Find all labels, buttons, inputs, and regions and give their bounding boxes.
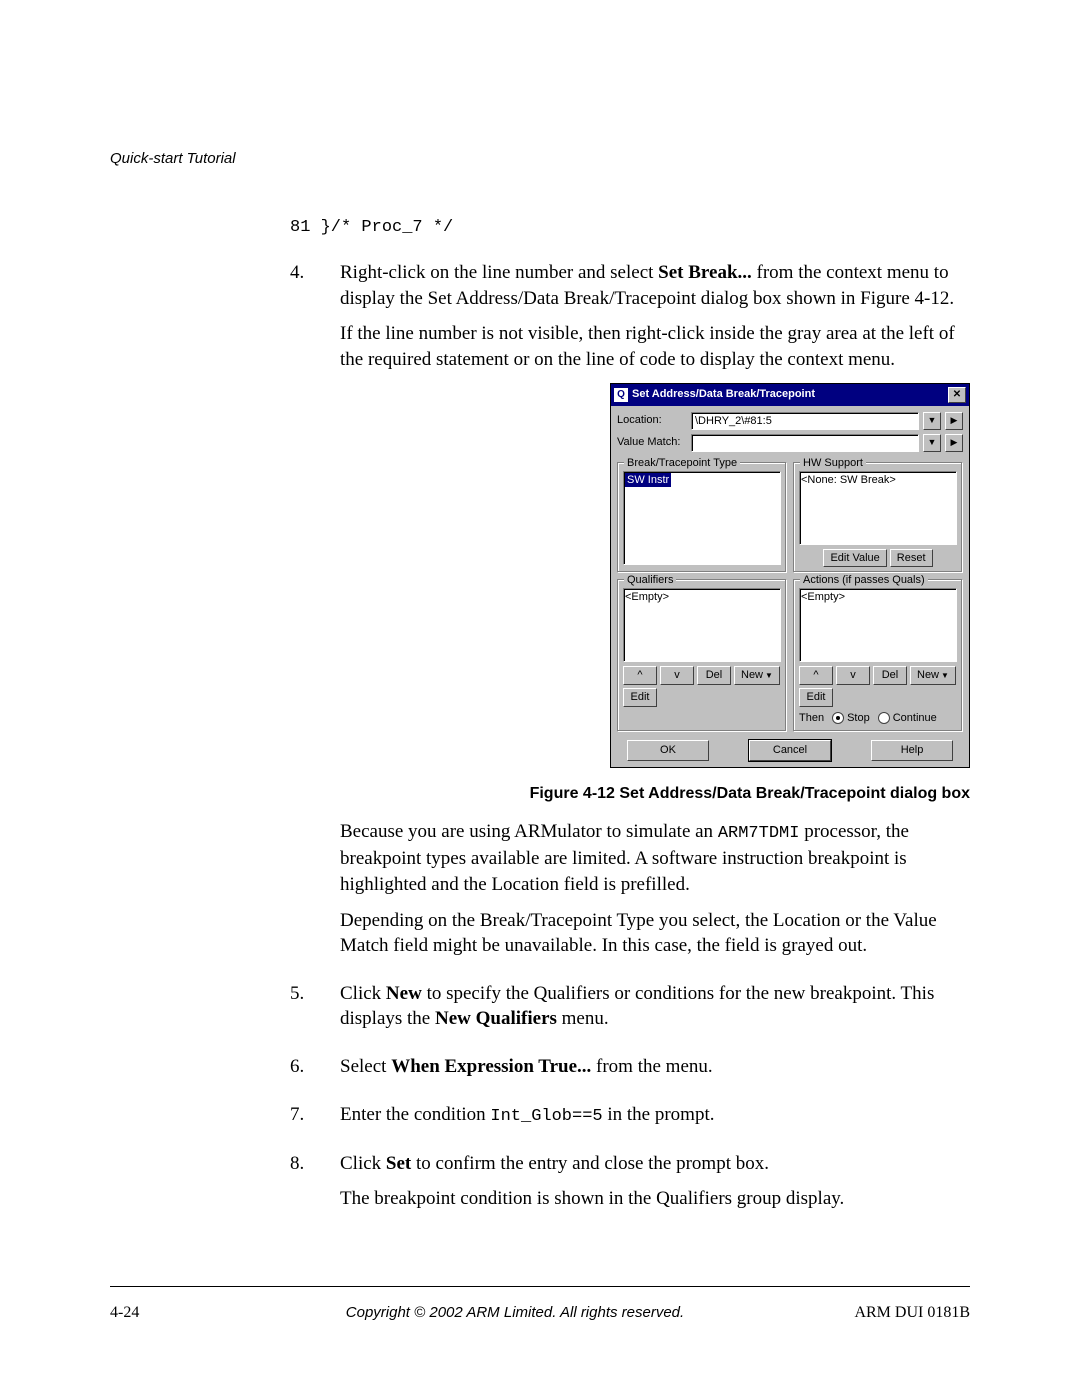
menu-name: Set Break...	[658, 262, 752, 283]
ui-label: Set	[386, 1153, 411, 1174]
move-down-button[interactable]: v	[836, 666, 870, 685]
step-number: 5.	[290, 981, 340, 1042]
ui-label: New Qualifiers	[435, 1008, 557, 1029]
del-button[interactable]: Del	[873, 666, 907, 685]
group-legend: Break/Tracepoint Type	[624, 456, 740, 471]
group-hw-support: HW Support <None: SW Break> Edit Value R…	[793, 462, 963, 574]
text: Right-click on the line number and selec…	[340, 262, 658, 283]
ok-button[interactable]: OK	[627, 740, 709, 761]
list-item: <None: SW Break>	[801, 474, 896, 486]
move-up-button[interactable]: ^	[623, 666, 657, 685]
text: The breakpoint condition is shown in the…	[340, 1186, 970, 1212]
arrow-right-icon[interactable]: ▶	[945, 412, 963, 430]
text: menu.	[557, 1008, 609, 1029]
break-type-list[interactable]: SW Instr	[623, 471, 781, 565]
chevron-down-icon: ▼	[765, 671, 773, 680]
text: Click	[340, 1153, 386, 1174]
step-4: 4. Right-click on the line number and se…	[290, 260, 970, 969]
group-legend: Actions (if passes Quals)	[800, 573, 928, 588]
text: If the line number is not visible, then …	[340, 321, 970, 372]
new-button[interactable]: New▼	[734, 666, 780, 685]
dropdown-icon[interactable]: ▼	[923, 434, 941, 452]
hw-support-list[interactable]: <None: SW Break>	[799, 471, 957, 545]
step-number: 4.	[290, 260, 340, 969]
titlebar[interactable]: Q Set Address/Data Break/Tracepoint ✕	[611, 384, 969, 406]
dialog-window: Q Set Address/Data Break/Tracepoint ✕ Lo…	[610, 383, 970, 768]
edit-button[interactable]: Edit	[799, 688, 833, 707]
body-content: 81 }/* Proc_7 */ 4. Right-click on the l…	[290, 217, 970, 1222]
text: Because you are using ARMulator to simul…	[340, 821, 718, 842]
page: Quick-start Tutorial 81 }/* Proc_7 */ 4.…	[0, 0, 1080, 1397]
step-number: 7.	[290, 1102, 340, 1139]
step-7: 7. Enter the condition Int_Glob==5 in th…	[290, 1102, 970, 1139]
group-break-type: Break/Tracepoint Type SW Instr	[617, 462, 787, 574]
edit-value-button[interactable]: Edit Value	[823, 549, 886, 568]
list-item[interactable]: SW Instr	[625, 473, 671, 488]
group-legend: HW Support	[800, 456, 866, 471]
stop-label: Stop	[847, 711, 870, 726]
location-label: Location:	[617, 413, 687, 428]
doc-id: ARM DUI 0181B	[770, 1304, 970, 1322]
text: Select	[340, 1056, 391, 1077]
copyright: Copyright © 2002 ARM Limited. All rights…	[260, 1304, 770, 1322]
app-icon: Q	[614, 388, 628, 402]
step-8: 8. Click Set to confirm the entry and cl…	[290, 1151, 970, 1222]
figure-caption: Figure 4-12 Set Address/Data Break/Trace…	[340, 783, 970, 805]
step-number: 8.	[290, 1151, 340, 1222]
step-6: 6. Select When Expression True... from t…	[290, 1054, 970, 1090]
list-item: <Empty>	[801, 591, 845, 603]
dialog-figure: Q Set Address/Data Break/Tracepoint ✕ Lo…	[610, 383, 970, 768]
group-legend: Qualifiers	[624, 573, 676, 588]
text: Enter the condition	[340, 1104, 490, 1125]
step-number: 6.	[290, 1054, 340, 1090]
page-number: 4-24	[110, 1304, 260, 1322]
text: in the prompt.	[603, 1104, 715, 1125]
chevron-down-icon: ▼	[941, 671, 949, 680]
text: Click	[340, 983, 386, 1004]
valuematch-label: Value Match:	[617, 435, 687, 450]
location-input[interactable]: \DHRY_2\#81:5	[691, 412, 919, 430]
list-item: <Empty>	[625, 591, 669, 603]
arrow-right-icon[interactable]: ▶	[945, 434, 963, 452]
del-button[interactable]: Del	[697, 666, 731, 685]
move-down-button[interactable]: v	[660, 666, 694, 685]
stop-radio[interactable]	[832, 712, 844, 724]
text: from the menu.	[591, 1056, 712, 1077]
window-title: Set Address/Data Break/Tracepoint	[632, 387, 815, 402]
running-header: Quick-start Tutorial	[110, 150, 970, 167]
group-actions: Actions (if passes Quals) <Empty> ^ v De…	[793, 579, 963, 732]
reset-button[interactable]: Reset	[890, 549, 933, 568]
actions-list[interactable]: <Empty>	[799, 588, 957, 662]
continue-label: Continue	[893, 711, 937, 726]
move-up-button[interactable]: ^	[799, 666, 833, 685]
step-5: 5. Click New to specify the Qualifiers o…	[290, 981, 970, 1042]
continue-radio[interactable]	[878, 712, 890, 724]
new-button[interactable]: New▼	[910, 666, 956, 685]
qualifiers-list[interactable]: <Empty>	[623, 588, 781, 662]
ui-label: When Expression True...	[391, 1056, 591, 1077]
then-label: Then	[799, 711, 824, 726]
code-line: 81 }/* Proc_7 */	[290, 217, 970, 240]
text: to specify the Qualifiers or conditions …	[340, 983, 934, 1030]
ui-label: New	[386, 983, 422, 1004]
cancel-button[interactable]: Cancel	[749, 740, 831, 761]
text: Depending on the Break/Tracepoint Type y…	[340, 908, 970, 959]
footer: 4-24 Copyright © 2002 ARM Limited. All r…	[110, 1304, 970, 1322]
inline-code: Int_Glob==5	[490, 1107, 602, 1126]
valuematch-input[interactable]	[691, 434, 919, 452]
inline-code: ARM7TDMI	[718, 824, 800, 843]
footer-rule	[110, 1286, 970, 1287]
text: to confirm the entry and close the promp…	[411, 1153, 769, 1174]
close-icon[interactable]: ✕	[948, 387, 966, 403]
edit-button[interactable]: Edit	[623, 688, 657, 707]
help-button[interactable]: Help	[871, 740, 953, 761]
dropdown-icon[interactable]: ▼	[923, 412, 941, 430]
group-qualifiers: Qualifiers <Empty> ^ v Del New▼	[617, 579, 787, 732]
